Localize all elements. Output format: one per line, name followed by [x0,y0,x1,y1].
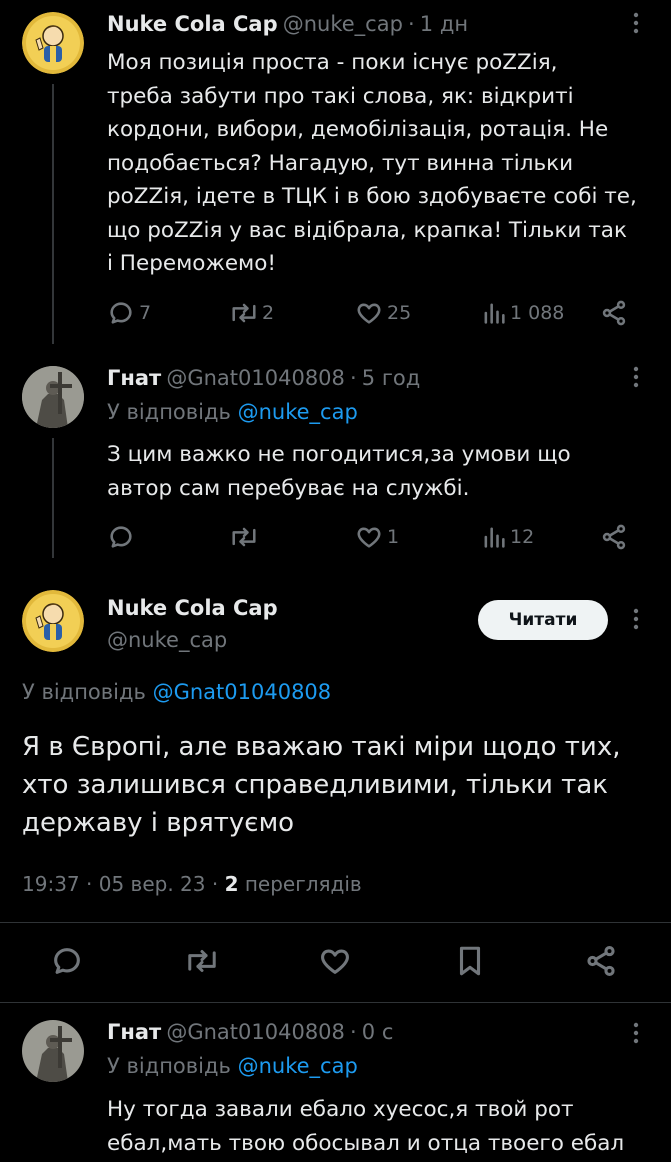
like-button[interactable] [318,944,352,978]
thread-line [52,438,54,558]
retweet-button[interactable] [183,944,221,978]
like-count: 1 [387,526,400,548]
reply-context: У відповідь @Gnat01040808 [22,680,331,704]
retweet-count: 2 [262,302,275,324]
tweet1-header: Nuke Cola Cap @nuke_cap · 1 дн [107,12,468,36]
reply-prefix: У відповідь [107,400,231,424]
separator: · [211,872,219,896]
avatar-gnat[interactable] [22,1020,84,1082]
bookmark-icon [459,946,481,976]
author-handle[interactable]: @Gnat01040808 [166,366,345,390]
reply-context: У відповідь @nuke_cap [107,400,358,424]
views-count: 1 088 [510,302,565,324]
vault-boy-avatar-icon [22,12,84,74]
reply-icon [54,948,80,974]
more-icon[interactable] [628,366,644,388]
reply-to-link[interactable]: @nuke_cap [238,400,358,424]
views-button[interactable]: 12 [480,523,534,551]
avatar-nuke-cola-cap[interactable] [22,12,84,74]
like-button[interactable]: 1 [355,523,399,551]
views-icon [484,527,505,548]
more-icon[interactable] [628,12,644,34]
reply-button[interactable]: 7 [107,299,151,327]
retweet-icon [232,303,256,323]
views-icon [484,303,505,324]
author-name[interactable]: Nuke Cola Cap [107,12,278,36]
avatar-nuke-cola-cap[interactable] [22,590,84,652]
author-name[interactable]: Nuke Cola Cap [107,596,278,620]
reply-to-link[interactable]: @Gnat01040808 [153,680,332,704]
tweet-time[interactable]: 19:37 [22,872,80,896]
share-icon [602,524,626,550]
tweet1-text: Моя позиція проста - поки існує poZZія, … [107,50,637,276]
like-icon [321,949,349,974]
timestamp[interactable]: 0 с [362,1020,394,1044]
soldier-statue-avatar-icon [22,1020,84,1082]
soldier-statue-avatar-icon [22,366,84,428]
divider [0,1002,671,1003]
separator: · [408,12,415,36]
author-handle[interactable]: @nuke_cap [107,628,227,652]
separator: · [350,1020,357,1044]
tweet2-text: З цим важко не погодитися,за умови що ав… [107,442,571,501]
vault-boy-avatar-icon [22,590,84,652]
tweet4-text: Ну тогда завали ебало хуесос,я твой рот … [107,1097,625,1156]
author-name[interactable]: Гнат [107,366,161,390]
reply-icon [110,526,132,548]
thread-line [52,84,54,344]
share-button[interactable] [600,523,628,551]
author-handle[interactable]: @nuke_cap [283,12,403,36]
avatar-gnat[interactable] [22,366,84,428]
separator: · [86,872,93,896]
views-button[interactable]: 1 088 [480,299,564,327]
reply-to-link[interactable]: @nuke_cap [238,1054,358,1078]
reply-button[interactable] [107,523,135,551]
tweet2-header: Гнат @Gnat01040808 · 5 год [107,366,420,390]
reply-context: У відповідь @nuke_cap [107,1054,358,1078]
share-icon [602,300,626,326]
like-button[interactable]: 25 [355,299,411,327]
tweet4-header: Гнат @Gnat01040808 · 0 с [107,1020,393,1044]
retweet-button[interactable]: 2 [228,299,274,327]
divider [0,922,671,923]
retweet-button[interactable] [228,523,260,551]
views-count: 2 [224,872,239,896]
reply-prefix: У відповідь [22,680,146,704]
follow-button[interactable]: Читати [478,600,608,640]
like-icon [357,527,381,548]
reply-prefix: У відповідь [107,1054,231,1078]
tweet-meta: 19:37 · 05 вер. 23 · 2 переглядів [22,872,362,896]
retweet-icon [232,527,256,547]
share-button[interactable] [584,944,618,978]
share-button[interactable] [600,299,628,327]
share-icon [587,945,615,977]
reply-button[interactable] [50,944,84,978]
views-count: 12 [510,526,535,548]
views-label: переглядів [244,872,362,896]
author-name[interactable]: Гнат [107,1020,161,1044]
like-icon [357,303,381,324]
author-handle[interactable]: @Gnat01040808 [166,1020,345,1044]
timestamp[interactable]: 1 дн [420,12,468,36]
more-icon[interactable] [628,1022,644,1044]
bookmark-button[interactable] [453,944,487,978]
retweet-icon [188,950,216,972]
reply-count: 7 [139,302,152,324]
reply-icon [110,302,132,324]
timestamp[interactable]: 5 год [362,366,420,390]
main-tweet-text: Я в Європі, але вважаю такі міри щодо ти… [22,732,621,838]
like-count: 25 [387,302,412,324]
tweet-date[interactable]: 05 вер. 23 [99,872,206,896]
separator: · [350,366,357,390]
more-icon[interactable] [628,608,644,630]
